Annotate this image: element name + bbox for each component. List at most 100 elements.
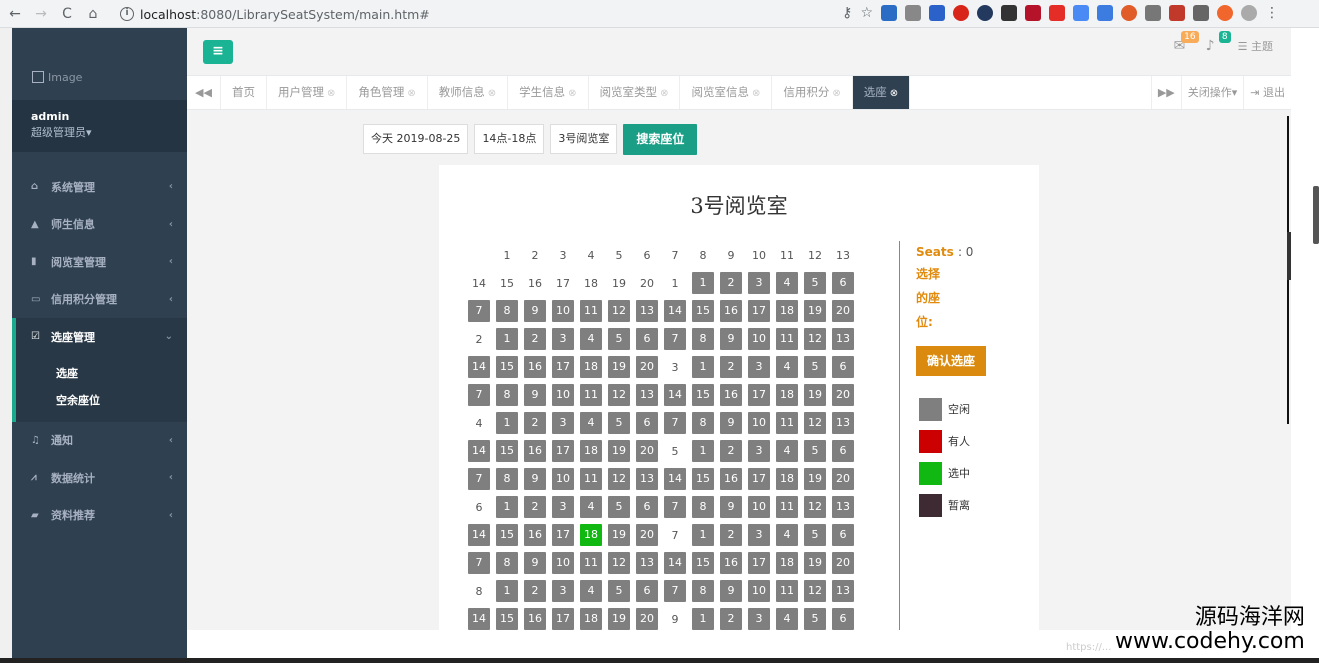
seat-free[interactable]: 4: [580, 580, 602, 602]
seat-free[interactable]: 17: [552, 356, 574, 378]
seat-free[interactable]: 8: [496, 384, 518, 406]
seat-free[interactable]: 1: [496, 412, 518, 434]
seat-free[interactable]: 19: [608, 440, 630, 462]
seat-free[interactable]: 2: [720, 608, 742, 630]
seat-free[interactable]: 5: [608, 328, 630, 350]
menu-kebab-icon[interactable]: ⋮: [1265, 5, 1279, 21]
scrollbar-thumb[interactable]: [1313, 186, 1319, 244]
bell-icon[interactable]: ♪ 8: [1206, 31, 1231, 54]
seat-free[interactable]: 6: [832, 356, 854, 378]
seat-free[interactable]: 1: [692, 608, 714, 630]
seat-free[interactable]: 4: [580, 328, 602, 350]
extension-icon[interactable]: [1121, 5, 1137, 21]
seat-free[interactable]: 16: [720, 300, 742, 322]
seat-free[interactable]: 1: [496, 496, 518, 518]
seat-free[interactable]: 14: [664, 552, 686, 574]
seat-free[interactable]: 15: [496, 608, 518, 630]
theme-button[interactable]: ☰ 主题: [1238, 38, 1273, 54]
seat-free[interactable]: 17: [552, 608, 574, 630]
tab-seat-selection[interactable]: 选座 ⊗: [852, 76, 911, 109]
seat-free[interactable]: 20: [832, 552, 854, 574]
extension-icon[interactable]: [1193, 5, 1209, 21]
seat-free[interactable]: 3: [552, 328, 574, 350]
seat-free[interactable]: 12: [608, 468, 630, 490]
seat-free[interactable]: 18: [776, 552, 798, 574]
seat-free[interactable]: 2: [720, 272, 742, 294]
room-select[interactable]: 3号阅览室: [550, 124, 618, 154]
seat-free[interactable]: 10: [552, 300, 574, 322]
seat-free[interactable]: 8: [692, 412, 714, 434]
extension-icon[interactable]: [1001, 5, 1017, 21]
close-icon[interactable]: ⊗: [890, 88, 898, 99]
seat-free[interactable]: 13: [832, 328, 854, 350]
seat-free[interactable]: 2: [524, 580, 546, 602]
seat-free[interactable]: 4: [776, 440, 798, 462]
seat-free[interactable]: 8: [692, 496, 714, 518]
sidebar-item-recommendations[interactable]: ▰ 资料推荐 ‹: [12, 497, 187, 535]
seat-free[interactable]: 6: [636, 580, 658, 602]
seat-free[interactable]: 17: [748, 468, 770, 490]
seat-free[interactable]: 17: [748, 300, 770, 322]
tab-user-management[interactable]: 用户管理 ⊗: [267, 76, 348, 109]
close-operations-dropdown[interactable]: 关闭操作▾: [1180, 76, 1244, 109]
seat-free[interactable]: 11: [776, 412, 798, 434]
seat-free[interactable]: 17: [552, 440, 574, 462]
seat-free[interactable]: 18: [580, 356, 602, 378]
seat-free[interactable]: 17: [748, 552, 770, 574]
seat-free[interactable]: 9: [524, 300, 546, 322]
seat-free[interactable]: 6: [832, 608, 854, 630]
info-icon[interactable]: i: [120, 7, 134, 21]
seat-free[interactable]: 19: [608, 356, 630, 378]
seat-free[interactable]: 7: [664, 328, 686, 350]
seat-free[interactable]: 10: [748, 412, 770, 434]
seat-free[interactable]: 11: [580, 300, 602, 322]
seat-free[interactable]: 8: [496, 468, 518, 490]
extension-icon[interactable]: [977, 5, 993, 21]
seat-free[interactable]: 16: [720, 552, 742, 574]
seat-free[interactable]: 11: [580, 384, 602, 406]
seat-free[interactable]: 17: [748, 384, 770, 406]
seat-free[interactable]: 3: [748, 608, 770, 630]
seat-free[interactable]: 12: [804, 580, 826, 602]
tab-room-info[interactable]: 阅览室信息 ⊗: [680, 76, 773, 109]
sidebar-item-statistics[interactable]: ⩘ 数据统计 ‹: [12, 459, 187, 497]
submenu-item-select-seat[interactable]: 选座: [56, 360, 187, 387]
sidebar-item-teachers-students[interactable]: ▲ 师生信息 ‹: [12, 206, 187, 244]
seat-free[interactable]: 8: [496, 552, 518, 574]
seat-free[interactable]: 3: [748, 356, 770, 378]
extension-icon[interactable]: [1097, 5, 1113, 21]
extension-icon[interactable]: [929, 5, 945, 21]
seat-free[interactable]: 18: [776, 468, 798, 490]
seat-free[interactable]: 10: [552, 468, 574, 490]
seat-free[interactable]: 14: [468, 524, 490, 546]
seat-free[interactable]: 10: [748, 328, 770, 350]
sidebar-item-system[interactable]: ⌂ 系统管理 ‹: [12, 168, 187, 206]
seat-free[interactable]: 14: [468, 608, 490, 630]
seat-free[interactable]: 2: [524, 496, 546, 518]
seat-free[interactable]: 8: [496, 300, 518, 322]
seat-free[interactable]: 7: [664, 412, 686, 434]
seat-free[interactable]: 3: [748, 524, 770, 546]
seat-free[interactable]: 11: [580, 468, 602, 490]
seat-free[interactable]: 9: [524, 468, 546, 490]
home-icon[interactable]: ⌂: [82, 6, 104, 22]
seat-free[interactable]: 12: [608, 300, 630, 322]
extension-icon[interactable]: [1145, 5, 1161, 21]
seat-free[interactable]: 13: [832, 412, 854, 434]
seat-free[interactable]: 5: [804, 440, 826, 462]
seat-free[interactable]: 14: [664, 300, 686, 322]
seat-free[interactable]: 8: [692, 328, 714, 350]
seat-free[interactable]: 12: [608, 552, 630, 574]
seat-free[interactable]: 18: [580, 440, 602, 462]
seat-free[interactable]: 11: [580, 552, 602, 574]
extension-icon[interactable]: [1217, 5, 1233, 21]
seat-free[interactable]: 4: [776, 524, 798, 546]
seat-free[interactable]: 5: [804, 272, 826, 294]
close-icon[interactable]: ⊗: [752, 88, 760, 99]
close-icon[interactable]: ⊗: [660, 88, 668, 99]
seat-free[interactable]: 5: [804, 524, 826, 546]
seat-free[interactable]: 2: [524, 328, 546, 350]
seat-free[interactable]: 18: [580, 608, 602, 630]
seat-free[interactable]: 19: [608, 608, 630, 630]
seat-free[interactable]: 6: [832, 440, 854, 462]
